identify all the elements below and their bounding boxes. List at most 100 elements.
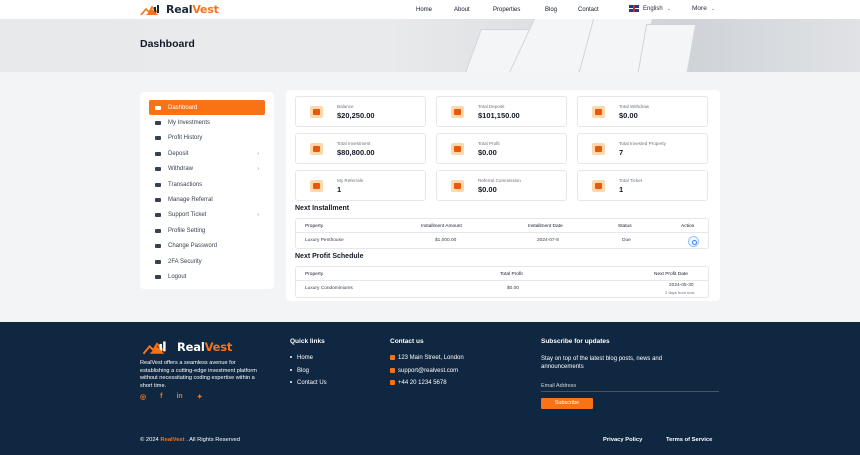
privacy-link[interactable]: Privacy Policy bbox=[603, 437, 642, 443]
terms-link[interactable]: Terms of Service bbox=[666, 437, 712, 443]
stat-label: Total Invested Property bbox=[619, 141, 666, 146]
stat-icon bbox=[310, 106, 323, 118]
sidebar-item-deposit[interactable]: Deposit › bbox=[149, 146, 265, 161]
next-installment-title: Next Installment bbox=[295, 205, 350, 212]
stat-value: 1 bbox=[337, 185, 342, 194]
house-logo-icon bbox=[142, 341, 166, 355]
nav-link-blog[interactable]: Blog bbox=[545, 7, 557, 13]
map-pin-icon bbox=[390, 355, 395, 360]
users-icon bbox=[154, 197, 162, 203]
stat-value: $20,250.00 bbox=[337, 111, 375, 120]
grid-icon bbox=[154, 105, 162, 111]
sidebar-item-support-ticket[interactable]: Support Ticket › bbox=[149, 208, 265, 223]
stat-card: Total Deposit $101,150.00 bbox=[436, 96, 567, 127]
subscribe-button[interactable]: Subscribe bbox=[541, 398, 593, 409]
dashboard-sidebar: Dashboard My Investments Profit History Dep… bbox=[140, 92, 274, 289]
chevron-down-icon: ⌄ bbox=[710, 5, 716, 12]
relative-date: 2 days from now bbox=[665, 290, 695, 295]
sidebar-item-transactions[interactable]: Transactions bbox=[149, 177, 265, 192]
stat-value: $0.00 bbox=[619, 111, 638, 120]
nav-link-about[interactable]: About bbox=[454, 7, 470, 13]
page-title: Dashboard bbox=[140, 38, 195, 50]
sidebar-item-my-investments[interactable]: My Investments bbox=[149, 115, 265, 130]
contact-address: 123 Main Street, London bbox=[390, 355, 464, 361]
stat-value: 7 bbox=[619, 148, 624, 157]
sidebar-item-2fa-security[interactable]: 2FA Security bbox=[149, 254, 265, 269]
footer-link-home[interactable]: Home bbox=[290, 355, 313, 361]
stat-value: $101,150.00 bbox=[478, 111, 520, 120]
footer-link-contact-us[interactable]: Contact Us bbox=[290, 380, 327, 386]
footer-link-blog[interactable]: Blog bbox=[290, 368, 309, 374]
sidebar-item-profile-setting[interactable]: Profile Setting bbox=[149, 223, 265, 238]
sidebar-item-logout[interactable]: Logout bbox=[149, 269, 265, 284]
chevron-right-icon: › bbox=[257, 166, 259, 173]
brand-logo[interactable]: RealVest bbox=[140, 3, 219, 16]
email-input[interactable] bbox=[541, 380, 719, 392]
twitter-icon[interactable]: ✦ bbox=[197, 393, 203, 401]
stat-value: $0.00 bbox=[478, 148, 497, 157]
sidebar-item-label: Profit History bbox=[168, 135, 203, 142]
column-header: Property bbox=[305, 224, 324, 229]
copyright: © 2024 RealVest . All Rights Reserved bbox=[140, 437, 241, 443]
page-hero: Dashboard bbox=[0, 19, 860, 72]
profit-cell: $0.00 bbox=[507, 286, 520, 291]
lock-icon bbox=[154, 243, 162, 249]
stat-card: My Referrals 1 bbox=[295, 170, 426, 201]
sidebar-item-label: Support Ticket bbox=[168, 212, 207, 219]
contact-phone[interactable]: +44 20 1234 5678 bbox=[390, 380, 447, 386]
status-cell: Due bbox=[622, 238, 631, 243]
stat-card: Balance $20,250.00 bbox=[295, 96, 426, 127]
chevron-right-icon: › bbox=[257, 212, 259, 219]
property-cell: Luxury Condominiums bbox=[305, 286, 353, 291]
date-cell: 2024-05-30 bbox=[669, 283, 694, 288]
nav-link-home[interactable]: Home bbox=[416, 7, 432, 13]
sidebar-item-dashboard[interactable]: Dashboard bbox=[149, 100, 265, 116]
contact-email[interactable]: support@realvest.com bbox=[390, 368, 458, 374]
exchange-icon bbox=[154, 182, 162, 188]
stat-card: Total Ticket 1 bbox=[577, 170, 708, 201]
stat-card: Total Invested Property 7 bbox=[577, 133, 708, 164]
stat-icon bbox=[451, 180, 464, 192]
language-label: English bbox=[643, 5, 663, 12]
stat-value: $0.00 bbox=[478, 185, 497, 194]
table-row: Luxury Penthouse $1,000.00 2024-07-8 Due bbox=[296, 233, 708, 250]
sidebar-item-manage-referral[interactable]: Manage Referral bbox=[149, 192, 265, 207]
date-cell: 2024-07-8 bbox=[537, 238, 559, 243]
chart-icon bbox=[154, 120, 162, 126]
next-installment-table: Property Installment Amount Installment … bbox=[295, 218, 709, 249]
sidebar-item-profit-history[interactable]: Profit History bbox=[149, 131, 265, 146]
footer-brand-logo[interactable]: RealVest bbox=[140, 339, 232, 355]
more-menu[interactable]: More ⌄ bbox=[692, 5, 715, 12]
instagram-icon[interactable]: ◎ bbox=[140, 393, 146, 401]
sidebar-item-change-password[interactable]: Change Password bbox=[149, 239, 265, 254]
dashboard-main: Balance $20,250.00 Total Deposit $101,150.0… bbox=[286, 90, 720, 301]
sidebar-item-label: Change Password bbox=[168, 243, 218, 250]
brand-name: RealVest bbox=[177, 340, 233, 354]
sidebar-item-label: Profile Setting bbox=[168, 227, 206, 234]
nav-link-properties[interactable]: Properties bbox=[493, 7, 520, 13]
subscribe-title: Subscribe for updates bbox=[541, 338, 610, 345]
top-navbar: RealVest Home About Properties Blog Cont… bbox=[0, 0, 860, 19]
next-profit-title: Next Profit Schedule bbox=[295, 253, 364, 260]
facebook-icon[interactable]: f bbox=[160, 393, 162, 401]
linkedin-icon[interactable]: in bbox=[176, 393, 182, 401]
property-cell: Luxury Penthouse bbox=[305, 238, 344, 243]
coins-icon bbox=[154, 135, 162, 141]
next-profit-table: Property Total Profit Next Profit Date L… bbox=[295, 266, 709, 298]
pay-action-icon[interactable] bbox=[688, 236, 699, 247]
stat-label: Balance bbox=[337, 104, 354, 109]
language-selector[interactable]: English ⌄ bbox=[629, 5, 671, 12]
column-header: Installment Amount bbox=[421, 224, 462, 229]
stat-label: Total Deposit bbox=[478, 104, 505, 109]
sidebar-item-withdraw[interactable]: Withdraw › bbox=[149, 162, 265, 177]
column-header: Status bbox=[618, 224, 632, 229]
stat-card: Total Withdraw $0.00 bbox=[577, 96, 708, 127]
nav-link-contact[interactable]: Contact bbox=[578, 7, 599, 13]
chevron-down-icon: ⌄ bbox=[666, 5, 671, 12]
stat-icon bbox=[310, 143, 323, 155]
table-row: Luxury Condominiums $0.00 2024-05-30 2 d… bbox=[296, 281, 708, 298]
stat-icon bbox=[451, 143, 464, 155]
column-header: Next Profit Date bbox=[654, 272, 688, 277]
logout-icon bbox=[154, 274, 162, 280]
stat-label: Total Investment bbox=[337, 141, 371, 146]
